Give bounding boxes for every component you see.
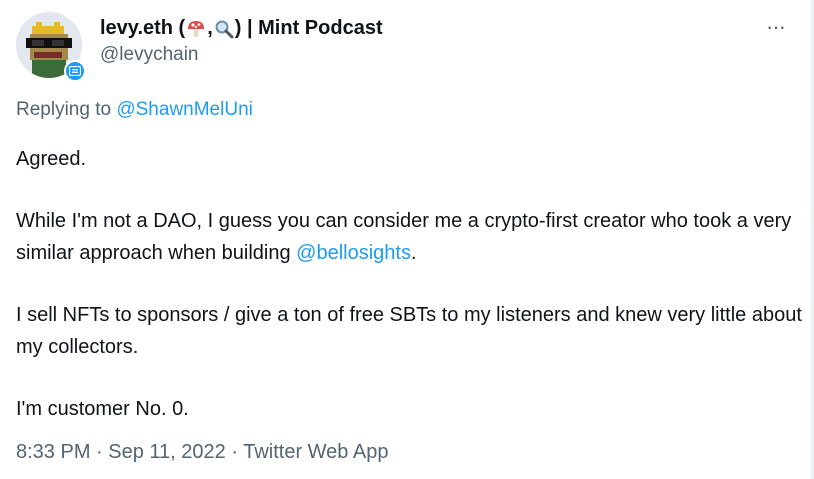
display-name-separator: , (207, 17, 213, 39)
more-options-icon[interactable]: ··· (766, 14, 786, 40)
tweet-paragraph-1: Agreed. (16, 148, 87, 170)
tweet-source[interactable]: Twitter Web App (243, 441, 388, 463)
bellosights-mention-link[interactable]: @bellosights (296, 242, 411, 264)
tweet-paragraph-2-end: . (410, 242, 417, 264)
mushroom-icon (186, 19, 206, 39)
tweet-paragraph-4: I'm customer No. 0. (16, 398, 189, 420)
tweet-text: Agreed. While I'm not a DAO, I guess you… (16, 143, 806, 425)
id-card-icon (66, 62, 84, 80)
magnifier-icon (214, 19, 234, 39)
meta-separator: · (90, 441, 109, 463)
tweet-paragraph-2: While I'm not a DAO, I guess you can con… (16, 205, 806, 269)
reply-mention-link[interactable]: @ShawnMelUni (116, 99, 253, 120)
meta-separator: · (225, 441, 244, 463)
display-name-suffix: ) | Mint Podcast (234, 17, 383, 39)
replying-to: Replying to @ShawnMelUni (16, 99, 253, 121)
tweet-metadata: 8:33 PM · Sep 11, 2022 · Twitter Web App (16, 441, 388, 464)
display-name[interactable]: levy.eth ( , ) | Mint Podcast (100, 17, 383, 40)
tweet-paragraph-3: I sell NFTs to sponsors / give a ton of … (16, 304, 802, 358)
display-name-prefix: levy.eth ( (100, 17, 186, 39)
tweet-date[interactable]: Sep 11, 2022 (108, 441, 226, 463)
tweet-time[interactable]: 8:33 PM (16, 441, 90, 463)
user-handle[interactable]: @levychain (100, 44, 199, 66)
verified-badge (64, 60, 86, 82)
replying-prefix: Replying to (16, 99, 117, 120)
